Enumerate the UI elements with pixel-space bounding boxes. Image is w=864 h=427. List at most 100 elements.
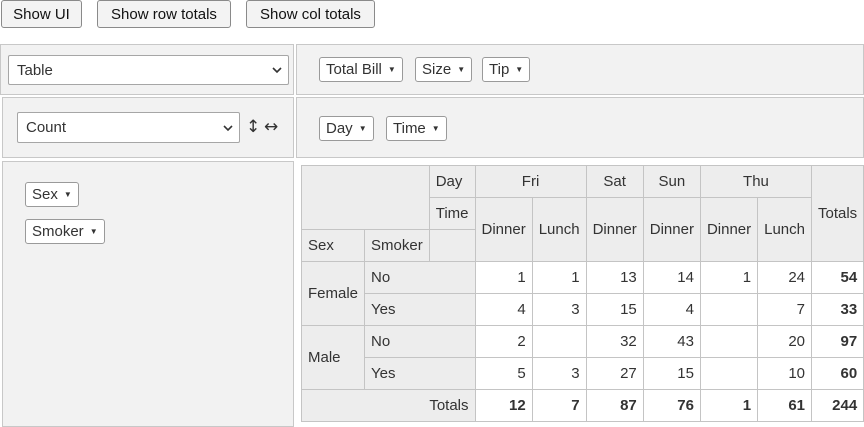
row-attributes-panel: Sex ▼ Smoker ▼ [2,161,294,427]
table-row: Male No 2 32 43 20 97 [300,325,864,390]
table-row: Yes 4 3 15 4 7 33 [302,293,864,326]
row-header-sex: Male [300,325,366,390]
attr-label: Day [326,120,353,137]
pivot-cell: 5 [474,357,533,390]
row-total: 33 [810,293,864,326]
attr-tip[interactable]: Tip ▼ [482,57,531,82]
col-total: 76 [642,389,701,422]
pivot-cell: 1 [699,261,759,294]
col-header-time: Lunch [531,197,587,262]
pivot-cell: 10 [757,357,812,390]
triangle-down-icon: ▼ [358,124,367,133]
show-row-totals-button[interactable]: Show row totals [97,0,231,28]
triangle-down-icon: ▼ [387,65,396,74]
pivot-cell: 32 [585,325,644,358]
col-header-sat: Sat [585,165,644,198]
renderer-panel: Table [0,44,294,95]
triangle-down-icon: ▼ [89,227,98,236]
table-row: Yes 5 3 27 15 10 60 [302,357,864,390]
attr-label: Sex [32,186,58,203]
col-order-arrow-icon[interactable]: ↔ [264,117,278,137]
pivot-cell: 4 [474,293,533,326]
chevron-down-icon [223,124,233,131]
col-header-sun: Sun [642,165,701,198]
pivot-corner [301,165,430,230]
renderer-select[interactable]: Table [8,55,289,85]
aggregator-select-value: Count [26,119,67,136]
pivot-cell: 7 [757,293,812,326]
col-attr-time[interactable]: Time ▼ [386,116,447,141]
show-ui-button[interactable]: Show UI [1,0,82,28]
chevron-down-icon [272,67,282,74]
triangle-down-icon: ▼ [457,65,466,74]
pivot-table: Day Fri Sat Sun Thu Totals Time Dinner L… [300,165,864,422]
aggregator-panel: Count ↕ ↔ [2,97,294,158]
col-total: 87 [585,389,644,422]
col-total: 12 [474,389,533,422]
pivot-cell: 43 [642,325,701,358]
row-attr-sex[interactable]: Sex ▼ [25,182,79,207]
pivot-cell [699,325,759,358]
unused-attributes-panel: Total Bill ▼ Size ▼ Tip ▼ [296,44,864,95]
triangle-down-icon: ▼ [63,190,72,199]
pivot-cell: 4 [642,293,701,326]
attr-label: Time [393,120,426,137]
col-header-time: Dinner [699,197,759,262]
pivot-cell [699,293,759,326]
totals-row: Totals 12 7 87 76 1 61 244 [301,389,864,422]
col-totals-label: Totals [301,389,476,422]
pivot-cell: 14 [642,261,701,294]
renderer-select-value: Table [17,61,53,79]
pivot-cell: 2 [474,325,533,358]
row-attr-smoker[interactable]: Smoker ▼ [25,219,105,244]
column-attributes-panel: Day ▼ Time ▼ [296,97,864,158]
pivot-cell [531,325,587,358]
row-total: 97 [810,325,864,358]
attr-label: Size [422,61,452,78]
row-attr-label-smoker: Smoker [364,229,430,262]
col-header-time: Lunch [757,197,812,262]
col-header-thu: Thu [699,165,813,198]
pivot-cell: 24 [757,261,812,294]
col-header-time: Dinner [474,197,533,262]
col-header-time: Dinner [585,197,644,262]
attr-total-bill[interactable]: Total Bill ▼ [319,57,403,82]
pivot-cell [699,357,759,390]
triangle-down-icon: ▼ [431,124,440,133]
pivot-spacer [428,229,476,262]
row-total: 60 [810,357,864,390]
grand-total: 244 [810,389,864,422]
col-attr-label-day: Day [428,165,476,198]
row-attr-label-sex: Sex [300,229,366,262]
attr-label: Smoker [32,223,84,240]
pivot-cell: 13 [585,261,644,294]
pivot-cell: 3 [531,293,587,326]
row-order-arrow-icon[interactable]: ↕ [246,117,260,137]
pivot-cell: 20 [757,325,812,358]
show-col-totals-button[interactable]: Show col totals [246,0,375,28]
table-row: Female No 1 1 13 14 1 24 54 [300,261,864,326]
pivot-cell: 27 [585,357,644,390]
col-attr-day[interactable]: Day ▼ [319,116,374,141]
attr-size[interactable]: Size ▼ [415,57,473,82]
attr-label: Tip [489,61,510,78]
triangle-down-icon: ▼ [515,65,524,74]
row-totals-header: Totals [810,165,864,262]
col-total: 7 [531,389,587,422]
row-header-sex: Female [300,261,366,326]
attr-label: Total Bill [326,61,382,78]
col-total: 61 [757,389,812,422]
row-header-smoker: No [364,325,476,358]
pivot-cell: 1 [531,261,587,294]
row-total: 54 [810,261,864,294]
pivot-cell: 15 [585,293,644,326]
row-header-smoker: Yes [364,293,476,326]
col-total: 1 [699,389,759,422]
pivot-cell: 1 [474,261,533,294]
col-attr-label-time: Time [428,197,476,230]
pivot-cell: 15 [642,357,701,390]
aggregator-select[interactable]: Count [17,112,240,143]
pivot-cell: 3 [531,357,587,390]
col-header-time: Dinner [642,197,701,262]
col-header-fri: Fri [474,165,587,198]
